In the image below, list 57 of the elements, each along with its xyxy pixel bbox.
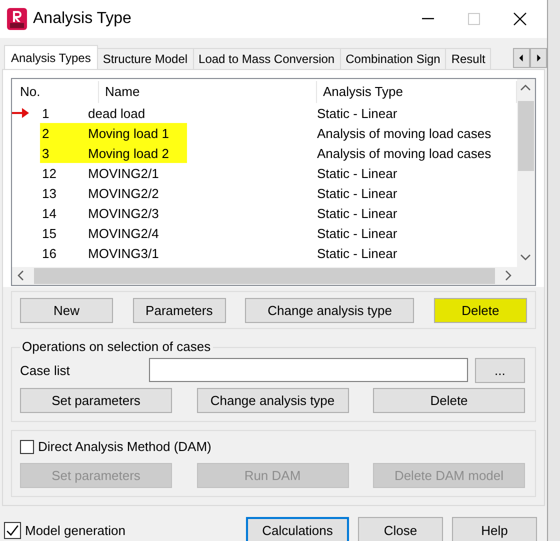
dialog-button[interactable]: Close	[358, 516, 443, 541]
action-button[interactable]: New	[20, 298, 113, 322]
action-button[interactable]: Set parameters	[20, 388, 172, 413]
table-cell: Moving load 1	[88, 126, 169, 140]
table-cell: 1	[42, 106, 50, 120]
table-cell: Moving load 2	[88, 146, 169, 160]
table-cell: 15	[42, 226, 56, 240]
tab[interactable]: Result	[445, 48, 492, 69]
column-header[interactable]: No.	[20, 84, 40, 99]
table-cell: 2	[42, 126, 50, 140]
table-cell: dead load	[88, 106, 146, 120]
window-title: Analysis Type	[33, 10, 132, 28]
group-title: Operations on selection of cases	[20, 339, 213, 355]
scroll-right-icon[interactable]	[530, 48, 547, 68]
field-label: Case list	[20, 362, 71, 378]
scroll-down-icon[interactable]	[520, 254, 531, 261]
table-cell: MOVING3/1	[88, 246, 159, 260]
dialog-button[interactable]: Help	[452, 516, 537, 541]
action-button[interactable]: Change analysis type	[196, 388, 348, 413]
table-cell: Static - Linear	[317, 206, 398, 220]
table-cell: MOVING2/4	[88, 226, 159, 240]
action-button[interactable]: Delete	[434, 298, 527, 322]
table-cell: Analysis of moving load cases	[317, 146, 492, 160]
table-cell: Static - Linear	[317, 166, 398, 180]
table-cell: 13	[42, 186, 56, 200]
table-cell: 12	[42, 166, 56, 180]
browse-button[interactable]: ...	[474, 358, 525, 382]
maximize-icon	[468, 13, 480, 25]
table-cell: Static - Linear	[317, 106, 398, 120]
checkbox-label: Direct Analysis Method (DAM)	[38, 439, 212, 454]
table-cell: Static - Linear	[317, 186, 398, 200]
scroll-left-icon[interactable]	[513, 48, 530, 68]
table-cell: MOVING2/3	[88, 206, 159, 220]
table-cell: MOVING2/1	[88, 166, 159, 180]
action-button[interactable]: Delete	[373, 388, 525, 413]
app-logo-icon	[7, 8, 27, 30]
checkbox-label: Model generation	[25, 522, 126, 538]
table-cell: Static - Linear	[317, 226, 398, 240]
table-cell: Analysis of moving load cases	[317, 126, 492, 140]
dialog-button[interactable]: Calculations	[246, 516, 349, 541]
table-cell: 14	[42, 206, 56, 220]
case-list-field[interactable]	[148, 358, 468, 382]
action-button[interactable]: Change analysis type	[245, 298, 414, 322]
checkbox[interactable]	[4, 522, 21, 538]
tab[interactable]: Analysis Types	[4, 45, 98, 69]
checkbox[interactable]	[20, 440, 34, 454]
scroll-up-icon[interactable]	[520, 84, 531, 91]
table-cell: 16	[42, 246, 56, 260]
vertical-scrollbar[interactable]	[517, 79, 535, 285]
column-header[interactable]: Name	[105, 84, 140, 99]
column-header[interactable]: Analysis Type	[323, 84, 403, 99]
close-icon[interactable]	[513, 12, 527, 26]
minimize-icon[interactable]	[422, 18, 434, 20]
table-cell: 3	[42, 146, 50, 160]
table-cell: Static - Linear	[317, 246, 398, 260]
action-button[interactable]: Parameters	[132, 298, 226, 322]
table-cell: MOVING2/2	[88, 186, 159, 200]
